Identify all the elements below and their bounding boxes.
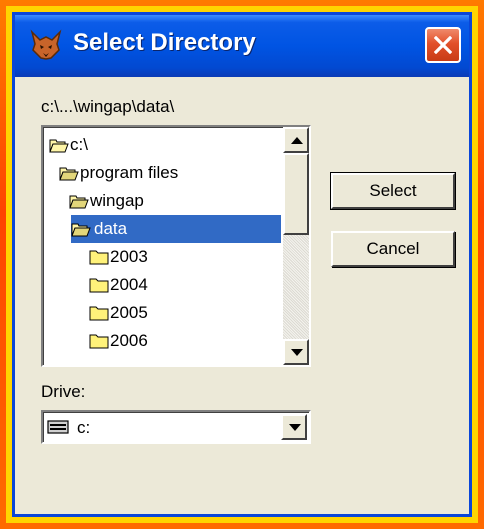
fox-app-icon bbox=[30, 29, 62, 60]
scroll-up-button[interactable] bbox=[283, 127, 309, 153]
drive-value: c: bbox=[77, 418, 91, 437]
arrow-up-icon bbox=[291, 137, 303, 144]
dialog-title: Select Directory bbox=[73, 29, 256, 56]
list-item[interactable]: 2005 bbox=[89, 299, 148, 327]
open-folder-icon bbox=[49, 139, 69, 153]
scroll-down-button[interactable] bbox=[283, 339, 309, 365]
current-path-label: c:\...\wingap\data\ bbox=[41, 97, 175, 116]
list-item[interactable]: program files bbox=[59, 159, 178, 187]
list-item[interactable]: c:\ bbox=[49, 131, 88, 159]
drive-dropdown-button[interactable] bbox=[281, 414, 307, 440]
list-item-label: 2004 bbox=[110, 275, 148, 294]
closed-folder-icon bbox=[89, 250, 109, 265]
list-item[interactable]: wingap bbox=[69, 187, 144, 215]
list-item[interactable]: 2006 bbox=[89, 327, 148, 355]
chevron-down-icon bbox=[289, 424, 301, 431]
list-item[interactable]: 2003 bbox=[89, 243, 148, 271]
title-bar[interactable]: Select Directory bbox=[15, 15, 469, 77]
directory-listbox[interactable]: c:\ program files wingap data 2003 2004 … bbox=[41, 125, 311, 367]
cancel-button[interactable]: Cancel bbox=[331, 231, 455, 267]
list-item-label: c:\ bbox=[70, 135, 88, 154]
list-item-label: wingap bbox=[90, 191, 144, 210]
closed-folder-icon bbox=[89, 334, 109, 349]
arrow-down-icon bbox=[291, 349, 303, 356]
list-item-selected[interactable]: data bbox=[71, 215, 281, 243]
closed-folder-icon bbox=[89, 306, 109, 321]
drive-icon bbox=[47, 420, 69, 434]
list-item-label: program files bbox=[80, 163, 179, 182]
list-item-label: 2006 bbox=[110, 331, 148, 350]
list-item-label: 2005 bbox=[110, 303, 148, 322]
drive-select[interactable]: c: bbox=[41, 410, 311, 444]
closed-folder-icon bbox=[89, 278, 109, 293]
drive-label: Drive: bbox=[41, 382, 85, 402]
open-folder-icon bbox=[69, 195, 89, 209]
list-item-label: 2003 bbox=[110, 247, 148, 266]
close-button[interactable] bbox=[425, 27, 461, 63]
list-item-label: data bbox=[92, 215, 132, 243]
open-folder-icon bbox=[59, 167, 79, 181]
scroll-thumb[interactable] bbox=[283, 153, 309, 235]
select-directory-dialog: Select Directory c:\...\wingap\data\ c:\… bbox=[12, 12, 472, 517]
directory-scrollbar[interactable] bbox=[283, 127, 309, 365]
drive-label-text: Drive: bbox=[41, 382, 86, 401]
open-folder-icon bbox=[71, 223, 91, 237]
close-icon bbox=[434, 36, 452, 54]
list-item[interactable]: 2004 bbox=[89, 271, 148, 299]
select-button[interactable]: Select bbox=[330, 172, 456, 210]
